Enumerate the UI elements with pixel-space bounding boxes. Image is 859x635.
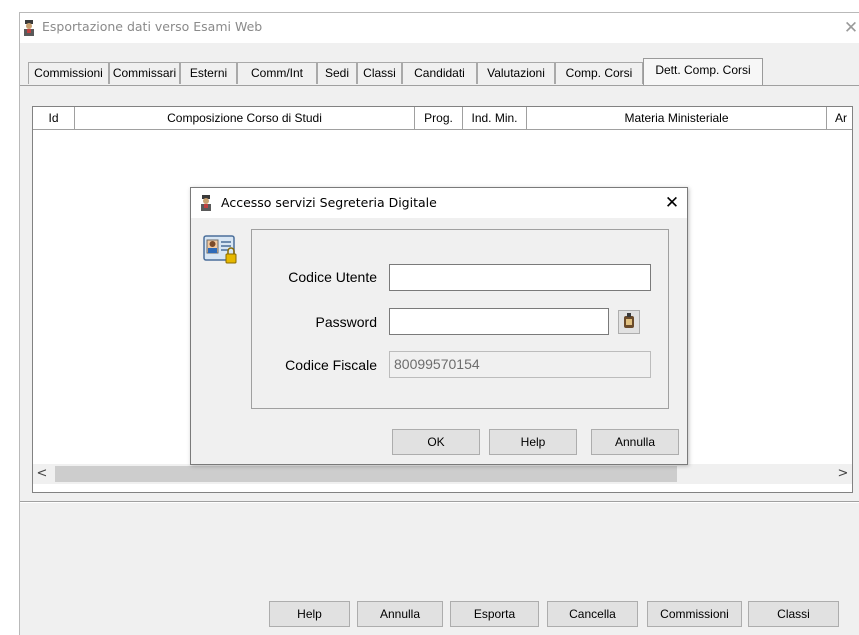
dialog-close-icon[interactable]: ✕ [661,191,683,215]
column-header-composizione[interactable]: Composizione Corso di Studi [75,107,415,129]
tab-strip: Commissioni Commissari Esterni Comm/Int … [20,55,859,85]
classi-button[interactable]: Classi [748,601,839,627]
scroll-left-icon[interactable]: < [33,464,51,484]
tab-classi[interactable]: Classi [357,62,402,84]
tab-commissari[interactable]: Commissari [109,62,180,84]
key-button[interactable] [618,310,640,334]
esporta-button[interactable]: Esporta [450,601,539,627]
dialog-titlebar: Accesso servizi Segreteria Digitale ✕ [191,188,687,218]
annulla-button[interactable]: Annulla [357,601,443,627]
codice-fiscale-field: 80099570154 [389,351,651,378]
horizontal-scrollbar[interactable]: < > [33,464,852,484]
separator-highlight [20,502,859,503]
commissioni-button[interactable]: Commissioni [647,601,742,627]
window-close-icon[interactable]: ✕ [841,16,859,40]
column-header-ind-min[interactable]: Ind. Min. [463,107,527,129]
login-dialog: Accesso servizi Segreteria Digitale ✕ Co… [190,187,688,465]
scroll-right-icon[interactable]: > [834,464,852,484]
tab-comm-int[interactable]: Comm/Int [237,62,317,84]
tab-dett-comp-corsi[interactable]: Dett. Comp. Corsi [643,58,763,85]
column-header-prog[interactable]: Prog. [415,107,463,129]
app-person-icon [201,195,211,211]
tab-valutazioni[interactable]: Valutazioni [477,62,555,84]
tab-comp-corsi[interactable]: Comp. Corsi [555,62,643,84]
codice-utente-field[interactable] [389,264,651,291]
column-header-materia[interactable]: Materia Ministeriale [527,107,827,129]
dialog-annulla-button[interactable]: Annulla [591,429,679,455]
tab-baseline [20,85,859,86]
tab-esterni[interactable]: Esterni [180,62,237,84]
desktop-strip [0,0,859,12]
id-card-lock-icon [203,235,237,264]
column-header-id[interactable]: Id [33,107,75,129]
ok-button[interactable]: OK [392,429,480,455]
tab-commissioni[interactable]: Commissioni [28,62,109,84]
cancella-button[interactable]: Cancella [547,601,638,627]
window-titlebar: Esportazione dati verso Esami Web ✕ [20,13,859,43]
key-icon [624,313,634,328]
app-person-icon [24,20,34,36]
help-button[interactable]: Help [269,601,350,627]
tab-candidati[interactable]: Candidati [402,62,477,84]
scrollbar-thumb[interactable] [55,466,677,482]
password-field[interactable] [389,308,609,335]
password-label: Password [315,314,377,330]
grid-header: Id Composizione Corso di Studi Prog. Ind… [33,107,852,130]
column-header-ar[interactable]: Ar [827,107,852,129]
dialog-title: Accesso servizi Segreteria Digitale [221,195,437,210]
tab-sedi[interactable]: Sedi [317,62,357,84]
codice-utente-label: Codice Utente [288,269,377,285]
window-title: Esportazione dati verso Esami Web [42,19,263,34]
codice-fiscale-label: Codice Fiscale [285,357,377,373]
dialog-help-button[interactable]: Help [489,429,577,455]
credentials-group: Codice Utente Password Codice Fiscale 80… [251,229,669,409]
